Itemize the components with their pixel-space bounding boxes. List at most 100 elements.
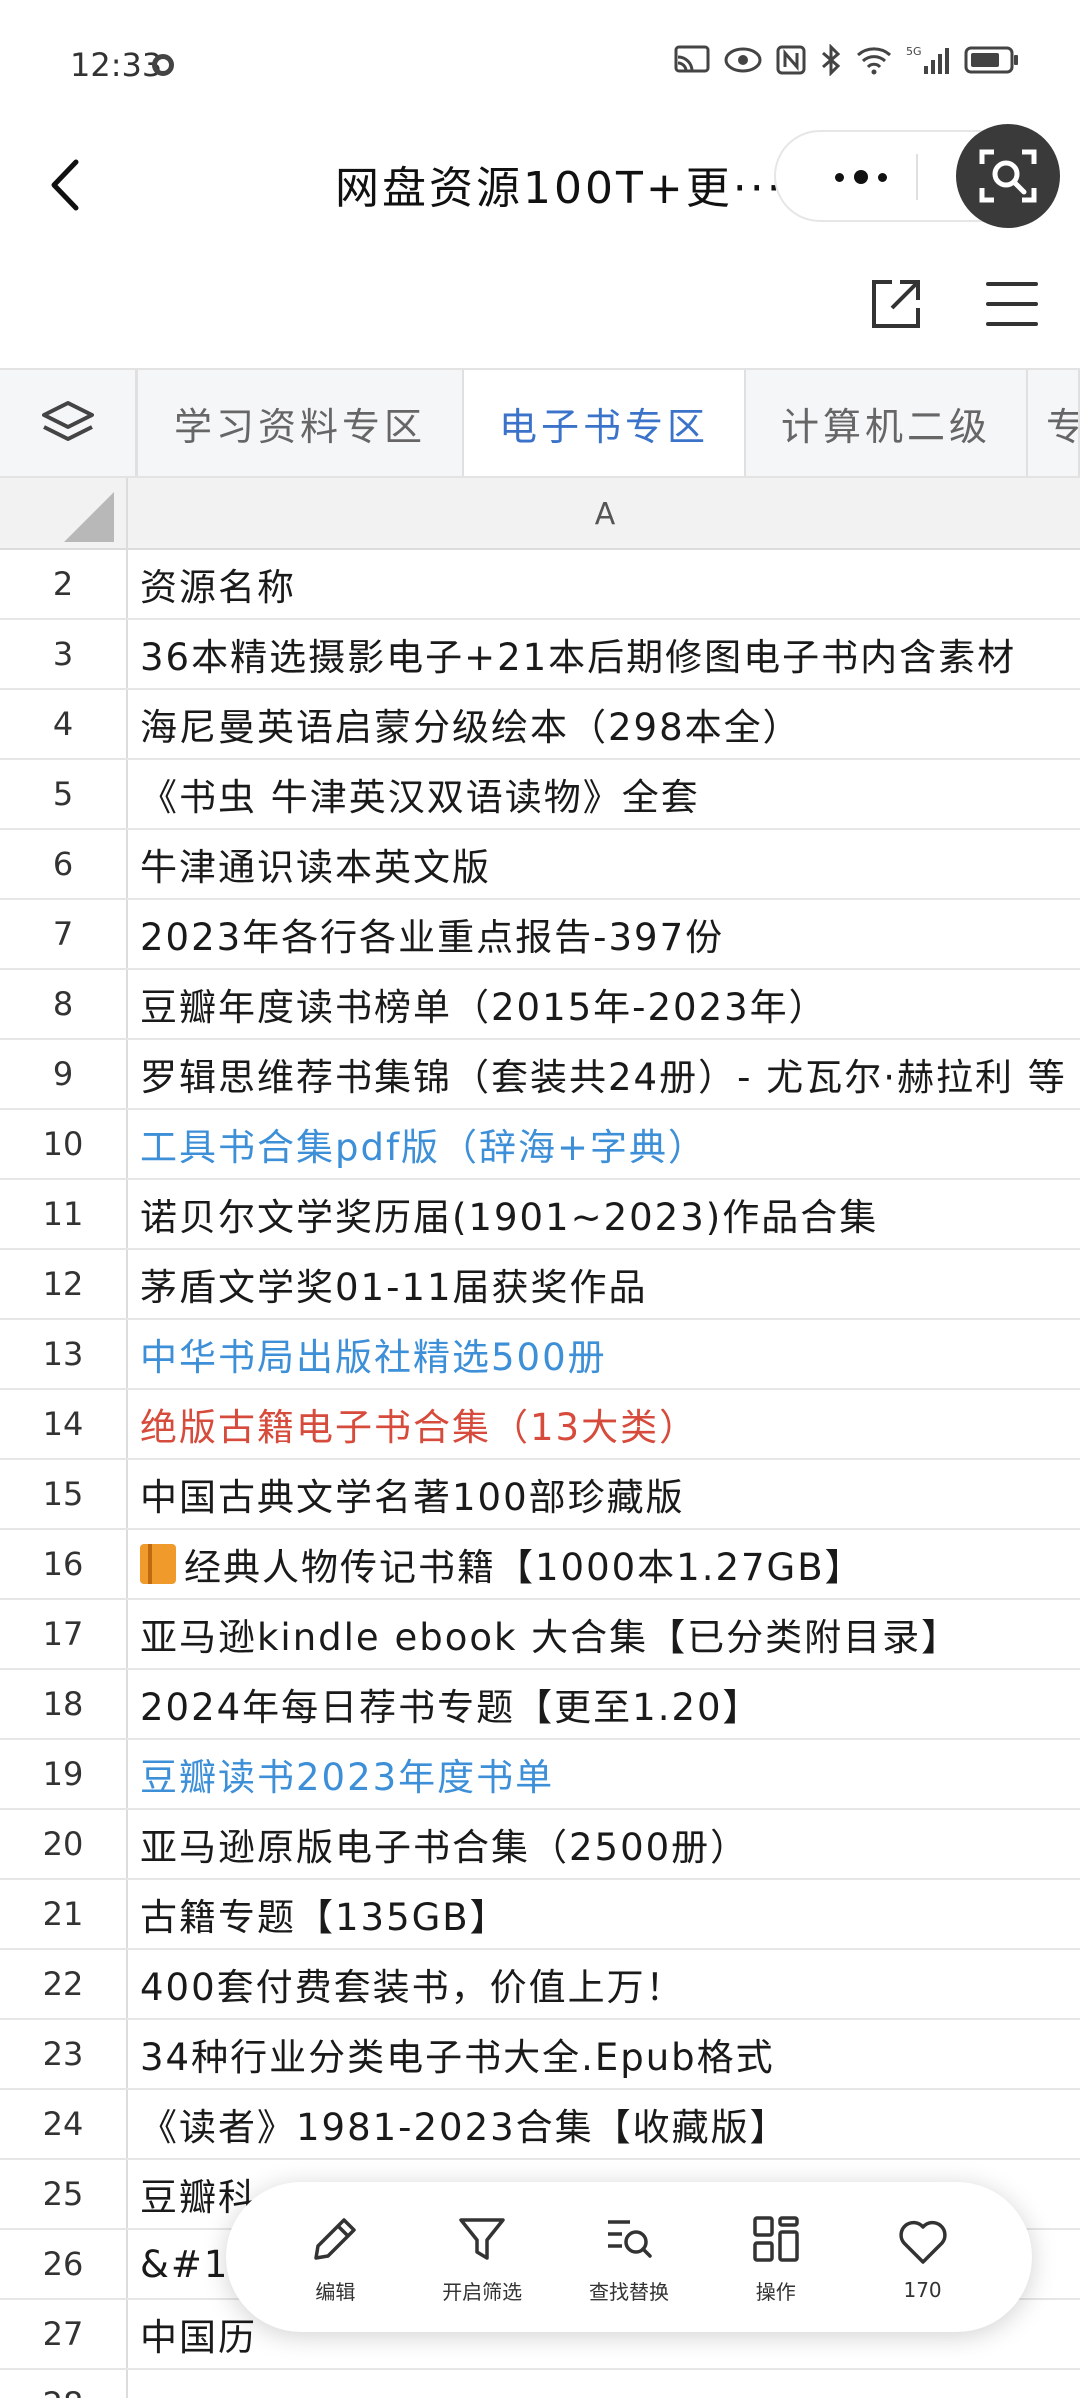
table-row: 11 诺贝尔文学奖历届(1901~2023)作品合集	[0, 1180, 1080, 1250]
table-cell[interactable]: 34种行业分类电子书大全.Epub格式	[128, 2020, 1080, 2088]
table-cell[interactable]: 资源名称	[128, 550, 1080, 618]
table-cell[interactable]: 牛津通识读本英文版	[128, 830, 1080, 898]
row-number[interactable]: 20	[0, 1810, 128, 1878]
filter-icon	[459, 2217, 505, 2260]
row-number[interactable]: 11	[0, 1180, 128, 1248]
menu-icon	[986, 282, 1038, 326]
table-cell[interactable]: 茅盾文学奖01-11届获奖作品	[128, 1250, 1080, 1318]
table-cell[interactable]: 400套付费套装书，价值上万！	[128, 1950, 1080, 2018]
table-cell[interactable]: 豆瓣读书2023年度书单	[128, 1740, 1080, 1808]
tab-partial[interactable]: 专	[1028, 370, 1080, 476]
page-title: 网盘资源100T+更···	[335, 163, 784, 214]
table-cell[interactable]: 《书虫 牛津英汉双语读物》全套	[128, 760, 1080, 828]
status-icons: 5G	[674, 44, 1020, 76]
find-replace-label: 查找替换	[588, 2279, 669, 2304]
cell-text: 绝版古籍电子书合集（13大类）	[140, 1406, 699, 1449]
row-number[interactable]: 2	[0, 550, 128, 618]
capsule-divider	[916, 154, 918, 200]
table-cell[interactable]	[128, 2370, 1080, 2398]
table-row: 10 工具书合集pdf版（辞海+字典）	[0, 1110, 1080, 1180]
table-cell[interactable]: 古籍专题【135GB】	[128, 1880, 1080, 1948]
row-number[interactable]: 7	[0, 900, 128, 968]
table-cell[interactable]: 2023年各行各业重点报告-397份	[128, 900, 1080, 968]
floating-toolbar: 编辑 开启筛选 查找替换 操作 170	[226, 2182, 1032, 2332]
chevron-left-icon	[51, 159, 79, 211]
row-number[interactable]: 14	[0, 1390, 128, 1458]
table-cell[interactable]: 诺贝尔文学奖历届(1901~2023)作品合集	[128, 1180, 1080, 1248]
table-cell[interactable]: 亚马逊kindle ebook 大合集【已分类附目录】	[128, 1600, 1080, 1668]
status-time: 12:33	[70, 46, 163, 84]
table-cell[interactable]: 豆瓣年度读书榜单（2015年-2023年）	[128, 970, 1080, 1038]
table-cell[interactable]: 《读者》1981-2023合集【收藏版】	[128, 2090, 1080, 2158]
find-replace-button[interactable]: 查找替换	[564, 2192, 694, 2322]
edit-button[interactable]: 编辑	[270, 2192, 400, 2322]
row-number[interactable]: 21	[0, 1880, 128, 1948]
table-cell[interactable]: 36本精选摄影电子+21本后期修图电子书内含素材	[128, 620, 1080, 688]
row-number[interactable]: 10	[0, 1110, 128, 1178]
table-row: 24 《读者》1981-2023合集【收藏版】	[0, 2090, 1080, 2160]
more-button[interactable]	[816, 152, 906, 202]
row-number[interactable]: 23	[0, 2020, 128, 2088]
tab-ebooks[interactable]: 电子书专区	[464, 370, 746, 476]
sheets-list-button[interactable]	[0, 370, 138, 476]
select-all-corner[interactable]	[0, 478, 128, 550]
cell-text: 《书虫 牛津英汉双语读物》全套	[140, 776, 700, 819]
table-row: 13 中华书局出版社精选500册	[0, 1320, 1080, 1390]
cell-text: 豆瓣年度读书榜单（2015年-2023年）	[140, 986, 828, 1029]
back-button[interactable]	[38, 150, 98, 220]
pencil-icon	[314, 2217, 357, 2260]
row-number[interactable]: 15	[0, 1460, 128, 1528]
scan-button[interactable]	[956, 124, 1060, 228]
table-row: 4 海尼曼英语启蒙分级绘本（298本全）	[0, 690, 1080, 760]
row-number[interactable]: 9	[0, 1040, 128, 1108]
row-number[interactable]: 3	[0, 620, 128, 688]
cell-text: 经典人物传记书籍【1000本1.27GB】	[184, 1546, 864, 1589]
row-number[interactable]: 13	[0, 1320, 128, 1388]
table-cell[interactable]: 绝版古籍电子书合集（13大类）	[128, 1390, 1080, 1458]
row-number[interactable]: 25	[0, 2160, 128, 2228]
book-icon	[140, 1544, 176, 1584]
table-row: 28	[0, 2370, 1080, 2398]
column-header-row: A	[0, 478, 1080, 550]
menu-button[interactable]	[982, 276, 1042, 332]
table-cell[interactable]: 亚马逊原版电子书合集（2500册）	[128, 1810, 1080, 1878]
tab-study-materials[interactable]: 学习资料专区	[138, 370, 464, 476]
operations-button[interactable]: 操作	[711, 2192, 841, 2322]
row-number[interactable]: 22	[0, 1950, 128, 2018]
cell-text: 《读者》1981-2023合集【收藏版】	[140, 2106, 789, 2149]
table-cell[interactable]: 中国古典文学名著100部珍藏版	[128, 1460, 1080, 1528]
row-number[interactable]: 26	[0, 2230, 128, 2298]
row-number[interactable]: 18	[0, 1670, 128, 1738]
cell-text: 34种行业分类电子书大全.Epub格式	[140, 2036, 775, 2079]
table-cell[interactable]: 工具书合集pdf版（辞海+字典）	[128, 1110, 1080, 1178]
row-number[interactable]: 28	[0, 2370, 128, 2398]
table-cell[interactable]: 2024年每日荐书专题【更至1.20】	[128, 1670, 1080, 1738]
row-number[interactable]: 8	[0, 970, 128, 1038]
table-cell[interactable]: 经典人物传记书籍【1000本1.27GB】	[128, 1530, 1080, 1598]
table-cell[interactable]: 海尼曼英语启蒙分级绘本（298本全）	[128, 690, 1080, 758]
table-row: 15 中国古典文学名著100部珍藏版	[0, 1460, 1080, 1530]
row-number[interactable]: 17	[0, 1600, 128, 1668]
table-cell[interactable]: 罗辑思维荐书集锦（套装共24册）- 尤瓦尔·赫拉利 等	[128, 1040, 1080, 1108]
row-number[interactable]: 12	[0, 1250, 128, 1318]
table-cell[interactable]: 中华书局出版社精选500册	[128, 1320, 1080, 1388]
row-number[interactable]: 27	[0, 2300, 128, 2368]
row-number[interactable]: 24	[0, 2090, 128, 2158]
cast-icon	[674, 45, 710, 73]
filter-label: 开启筛选	[442, 2279, 523, 2304]
notification-dot-icon	[152, 54, 174, 76]
tab-computer-level2[interactable]: 计算机二级	[746, 370, 1028, 476]
cell-text: 古籍专题【135GB】	[140, 1896, 509, 1939]
cell-text: 36本精选摄影电子+21本后期修图电子书内含素材	[140, 636, 1017, 679]
filter-button[interactable]: 开启筛选	[417, 2192, 547, 2322]
share-button[interactable]	[866, 274, 926, 334]
column-header-a[interactable]: A	[130, 478, 1080, 550]
row-number[interactable]: 19	[0, 1740, 128, 1808]
cell-text: 茅盾文学奖01-11届获奖作品	[140, 1266, 648, 1309]
like-button[interactable]: 170	[858, 2192, 988, 2322]
row-number[interactable]: 16	[0, 1530, 128, 1598]
cell-text: 2023年各行各业重点报告-397份	[140, 916, 725, 959]
row-number[interactable]: 4	[0, 690, 128, 758]
row-number[interactable]: 5	[0, 760, 128, 828]
row-number[interactable]: 6	[0, 830, 128, 898]
